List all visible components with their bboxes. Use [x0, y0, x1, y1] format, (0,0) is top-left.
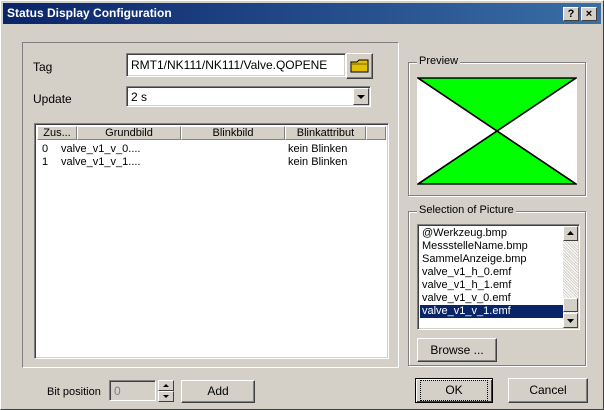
- window-title: Status Display Configuration: [7, 6, 172, 20]
- update-dropdown-button[interactable]: [353, 88, 369, 105]
- bit-position-down-button[interactable]: [158, 391, 174, 402]
- picture-list-item[interactable]: @Werkzeug.bmp: [422, 227, 507, 240]
- close-button[interactable]: ×: [581, 7, 597, 21]
- ok-button[interactable]: OK: [415, 378, 493, 403]
- picture-list-item[interactable]: SammelAnzeige.bmp: [422, 253, 527, 266]
- picture-list-item-selected[interactable]: valve_v1_v_1.emf: [420, 305, 564, 318]
- bit-position-value: 0: [114, 384, 121, 398]
- bit-position-label: Bit position: [47, 386, 101, 398]
- help-button[interactable]: ?: [563, 7, 579, 21]
- folder-icon: [350, 59, 369, 73]
- cancel-button[interactable]: Cancel: [508, 378, 588, 403]
- column-header-blink-picture[interactable]: Blinkbild: [181, 126, 285, 140]
- picture-selection-group: Selection of Picture @Werkzeug.bmp Messs…: [408, 204, 586, 366]
- scroll-up-button[interactable]: [563, 226, 578, 241]
- tag-input[interactable]: RMT1/NK111/NK111/Valve.QOPENE: [126, 53, 346, 77]
- column-header-filler: [366, 126, 386, 140]
- preview-group: Preview: [408, 55, 586, 196]
- tag-value: RMT1/NK111/NK111/Valve.QOPENE: [131, 58, 328, 72]
- picture-list-item[interactable]: valve_v1_v_0.emf: [422, 292, 511, 305]
- chevron-up-icon: [163, 384, 169, 387]
- tag-label: Tag: [33, 60, 53, 74]
- row-state: 1: [42, 156, 49, 168]
- column-header-blink-attribute[interactable]: Blinkattribut: [285, 126, 366, 140]
- chevron-down-icon: [567, 319, 574, 323]
- config-panel: Tag RMT1/NK111/NK111/Valve.QOPENE Update…: [22, 42, 399, 368]
- chevron-down-icon: [163, 395, 169, 398]
- row-state: 0: [42, 143, 49, 155]
- preview-title: Preview: [417, 55, 461, 67]
- update-label: Update: [33, 92, 72, 106]
- browse-button[interactable]: Browse ...: [417, 338, 497, 362]
- row-base-picture: valve_v1_v_0....: [61, 143, 141, 155]
- column-header-base-picture[interactable]: Grundbild: [77, 126, 181, 140]
- picture-list-scrollbar[interactable]: [563, 226, 578, 328]
- update-value: 2 s: [131, 90, 148, 104]
- update-select[interactable]: 2 s: [126, 86, 371, 107]
- status-table[interactable]: Zus... Grundbild Blinkbild Blinkattribut…: [34, 123, 389, 359]
- ok-button-label: OK: [420, 380, 488, 401]
- chevron-down-icon: [357, 95, 365, 99]
- bit-position-up-button[interactable]: [158, 380, 174, 391]
- picture-list[interactable]: @Werkzeug.bmp MessstelleName.bmp SammelA…: [417, 224, 580, 330]
- bit-position-input[interactable]: 0: [109, 380, 156, 401]
- picture-list-item[interactable]: MessstelleName.bmp: [422, 240, 528, 253]
- tag-browse-button[interactable]: [346, 53, 373, 79]
- picture-selection-title: Selection of Picture: [417, 204, 516, 216]
- column-header-state[interactable]: Zus...: [37, 126, 77, 140]
- preview-image: [417, 77, 577, 185]
- add-button[interactable]: Add: [181, 380, 255, 403]
- scroll-thumb[interactable]: [563, 298, 578, 312]
- row-blink-attribute: kein Blinken: [288, 143, 348, 155]
- row-base-picture: valve_v1_v_1....: [61, 156, 141, 168]
- picture-list-item[interactable]: valve_v1_h_1.emf: [422, 279, 511, 292]
- title-bar: Status Display Configuration ? ×: [3, 3, 601, 24]
- chevron-up-icon: [567, 231, 574, 235]
- picture-list-item[interactable]: valve_v1_h_0.emf: [422, 266, 511, 279]
- row-blink-attribute: kein Blinken: [288, 156, 348, 168]
- dialog-window: Status Display Configuration ? × Tag RMT…: [0, 0, 604, 410]
- scroll-down-button[interactable]: [563, 313, 578, 328]
